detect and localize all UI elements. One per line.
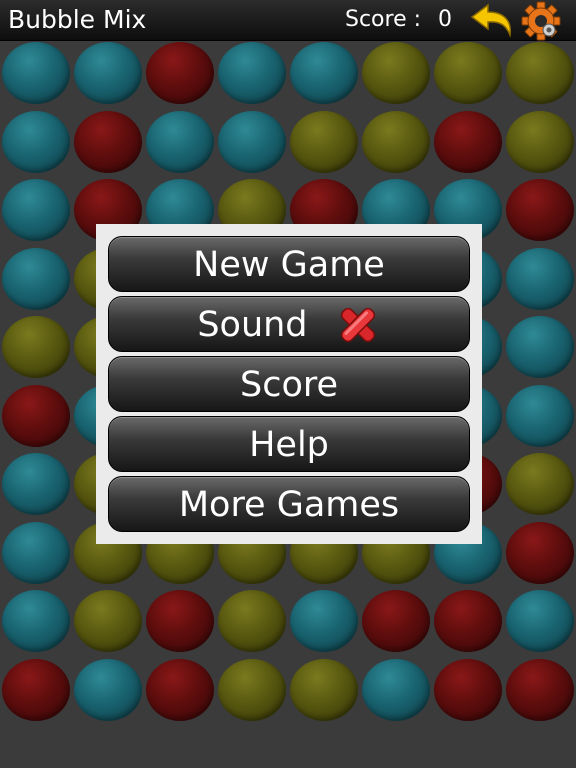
score-label: Score :: [345, 7, 422, 32]
gear-icon: [521, 1, 561, 41]
bubble-yellow[interactable]: [218, 590, 286, 652]
bubble-red[interactable]: [146, 590, 214, 652]
bubble-red[interactable]: [146, 658, 214, 721]
bubble-yellow[interactable]: [290, 110, 358, 173]
bubble-teal[interactable]: [506, 247, 574, 310]
bubble-yellow[interactable]: [362, 110, 430, 173]
undo-arrow-icon: [470, 3, 512, 38]
bubble-red[interactable]: [146, 42, 214, 104]
settings-button[interactable]: [520, 1, 562, 41]
bubble-red[interactable]: [362, 590, 430, 652]
help-button[interactable]: Help: [108, 416, 470, 472]
bubble-teal[interactable]: [2, 521, 70, 584]
bubble-teal[interactable]: [2, 453, 70, 515]
more-games-button[interactable]: More Games: [108, 476, 470, 532]
bubble-teal[interactable]: [2, 590, 70, 652]
bubble-teal[interactable]: [2, 42, 70, 104]
red-x-icon: [340, 307, 375, 343]
undo-button[interactable]: [470, 1, 516, 39]
score-value: 0: [438, 7, 453, 32]
bubble-yellow[interactable]: [506, 453, 574, 515]
new-game-button[interactable]: New Game: [108, 236, 470, 292]
bubble-yellow[interactable]: [290, 658, 358, 721]
bubble-yellow[interactable]: [362, 42, 430, 104]
bubble-red[interactable]: [434, 590, 502, 652]
bubble-red[interactable]: [74, 110, 142, 173]
bubble-teal[interactable]: [2, 247, 70, 310]
sound-label: Sound: [197, 305, 308, 345]
bubble-teal[interactable]: [506, 316, 574, 378]
bubble-teal[interactable]: [290, 590, 358, 652]
bubble-yellow[interactable]: [506, 42, 574, 104]
help-label: Help: [249, 425, 329, 465]
bubble-yellow[interactable]: [218, 658, 286, 721]
bubble-teal[interactable]: [218, 110, 286, 173]
more-games-label: More Games: [178, 485, 400, 525]
bubble-yellow[interactable]: [74, 590, 142, 652]
bubble-teal[interactable]: [506, 590, 574, 652]
bubble-red[interactable]: [506, 179, 574, 241]
bubble-yellow[interactable]: [2, 316, 70, 378]
bubble-red[interactable]: [506, 658, 574, 721]
bubble-red[interactable]: [434, 658, 502, 721]
app-title: Bubble Mix: [8, 5, 147, 34]
bubble-teal[interactable]: [290, 42, 358, 104]
bubble-teal[interactable]: [2, 179, 70, 241]
top-bar: Bubble Mix Score : 0: [0, 0, 576, 41]
bubble-teal[interactable]: [74, 42, 142, 104]
score-button[interactable]: Score: [108, 356, 470, 412]
bubble-yellow[interactable]: [506, 110, 574, 173]
main-menu-panel: New Game Sound Score Help More Games: [96, 224, 482, 544]
bubble-red[interactable]: [2, 658, 70, 721]
score-display: Score : 0: [345, 4, 452, 36]
bubble-teal[interactable]: [506, 384, 574, 447]
score-menu-label: Score: [239, 365, 339, 405]
bubble-yellow[interactable]: [434, 42, 502, 104]
bubble-red[interactable]: [506, 521, 574, 584]
new-game-label: New Game: [193, 245, 385, 285]
bubble-teal[interactable]: [2, 110, 70, 173]
bubble-teal[interactable]: [146, 110, 214, 173]
bubble-teal[interactable]: [362, 658, 430, 721]
sound-button[interactable]: Sound: [108, 296, 470, 352]
board-bottom: [0, 730, 576, 768]
bubble-teal[interactable]: [218, 42, 286, 104]
bubble-red[interactable]: [2, 384, 70, 447]
bubble-red[interactable]: [434, 110, 502, 173]
bubble-teal[interactable]: [74, 658, 142, 721]
